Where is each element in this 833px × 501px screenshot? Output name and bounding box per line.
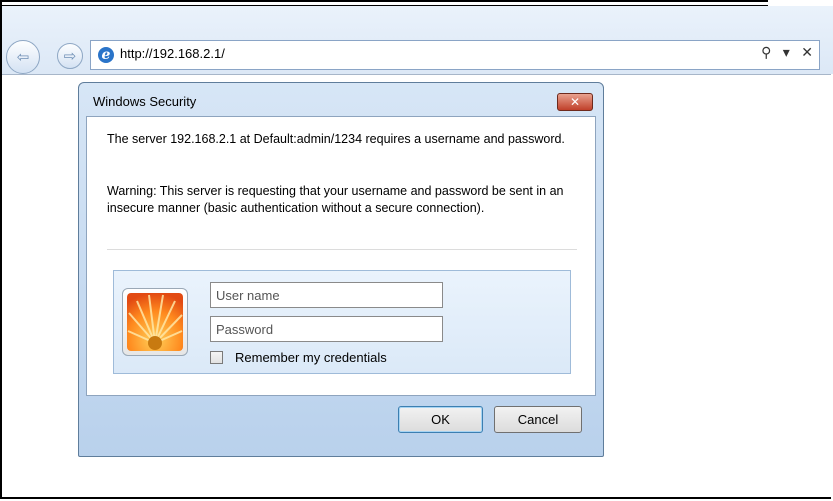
remember-label: Remember my credentials bbox=[235, 350, 387, 365]
credentials-panel: Remember my credentials bbox=[113, 270, 571, 374]
warning-message: Warning: This server is requesting that … bbox=[107, 184, 564, 215]
security-dialog: Windows Security ✕ The server 192.168.2.… bbox=[78, 82, 604, 457]
dialog-title: Windows Security bbox=[93, 94, 197, 109]
ok-button[interactable]: OK bbox=[398, 406, 483, 433]
password-field[interactable] bbox=[210, 316, 443, 342]
cancel-button[interactable]: Cancel bbox=[494, 406, 582, 433]
username-field[interactable] bbox=[210, 282, 443, 308]
remember-credentials[interactable]: Remember my credentials bbox=[210, 350, 387, 365]
flower-icon bbox=[127, 293, 183, 351]
user-avatar bbox=[122, 288, 188, 356]
close-icon: ✕ bbox=[569, 95, 581, 109]
divider bbox=[107, 249, 577, 250]
dialog-close-button[interactable]: ✕ bbox=[557, 93, 593, 111]
server-message: The server 192.168.2.1 at Default:admin/… bbox=[107, 132, 565, 146]
dialog-body: The server 192.168.2.1 at Default:admin/… bbox=[86, 116, 596, 396]
remember-checkbox[interactable] bbox=[210, 351, 223, 364]
